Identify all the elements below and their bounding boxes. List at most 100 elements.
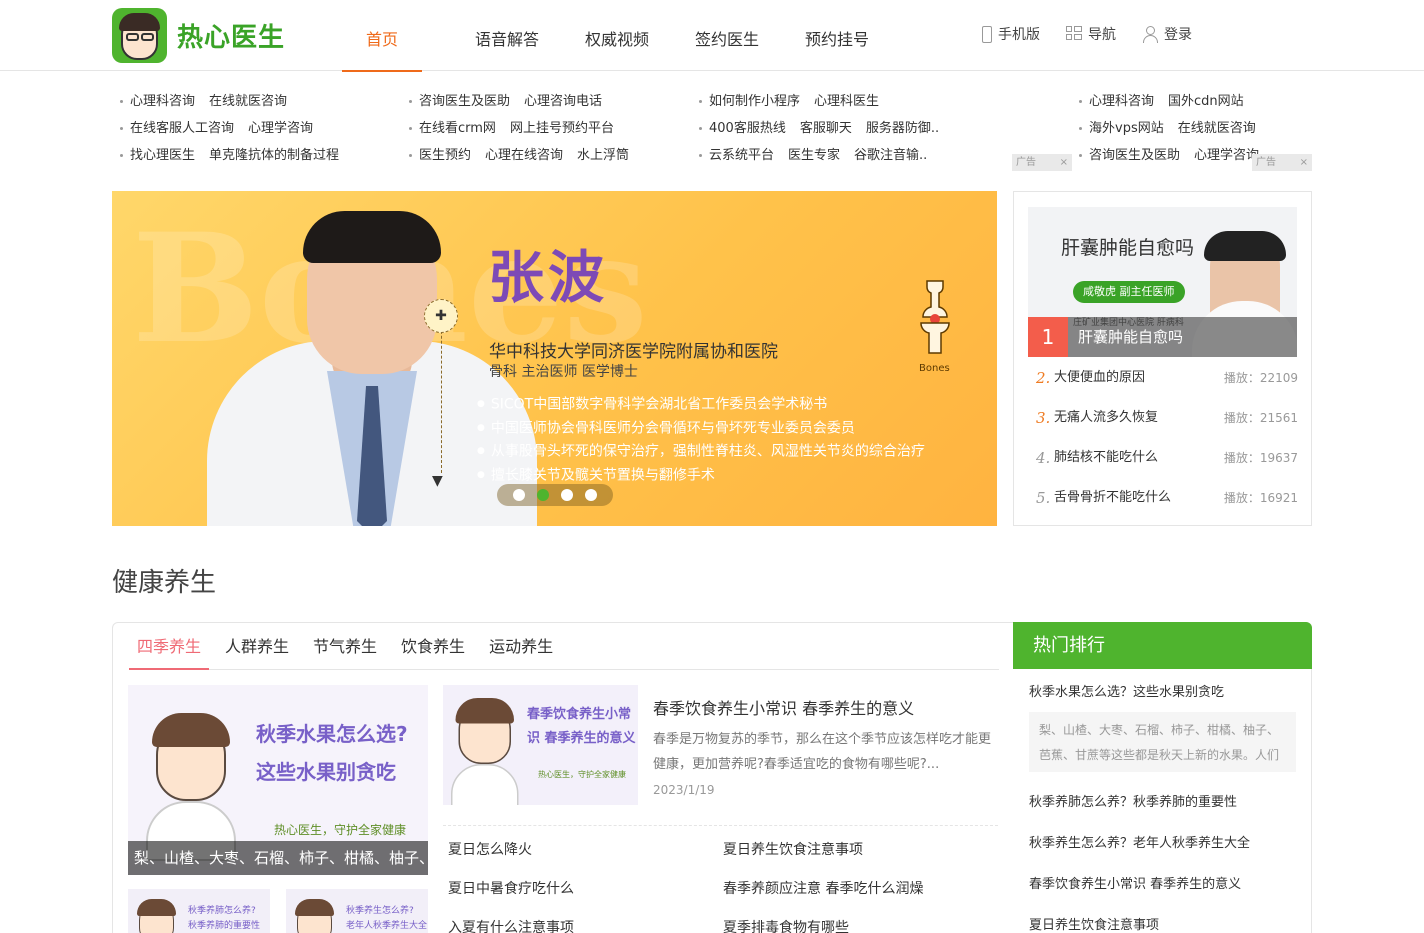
keyword-link[interactable]: 水上浮筒 <box>577 148 629 163</box>
tab-groups[interactable]: 人群养生 <box>217 623 297 670</box>
phone-icon <box>982 25 992 43</box>
tab-seasons[interactable]: 四季养生 <box>129 623 210 670</box>
hot-item[interactable]: 秋季养肺怎么养？秋季养肺的重要性 <box>1013 782 1312 823</box>
section-tabs: 四季养生 人群养生 节气养生 饮食养生 运动养生 <box>129 623 999 670</box>
keyword-link[interactable]: 国外cdn网站 <box>1168 94 1244 109</box>
doctor-banner[interactable]: Bones ✚ ▼ 张波 华中科技大学同济医学院附属协和医院 骨科 主治医师 医… <box>112 191 997 526</box>
nav-voice-answers[interactable]: 语音解答 <box>452 0 562 71</box>
carousel-dot[interactable] <box>585 489 597 501</box>
ad-close-icon[interactable]: × <box>1300 154 1308 171</box>
rank-img-doctor: 咸敬虎 副主任医师 <box>1073 281 1185 303</box>
article-link[interactable]: 入夏有什么注意事项 <box>448 919 723 933</box>
keyword-link[interactable]: 云系统平台 <box>709 148 774 163</box>
carousel-dot[interactable] <box>561 489 573 501</box>
cartoon-doctor <box>146 701 236 861</box>
tab-diet[interactable]: 饮食养生 <box>393 623 473 670</box>
rank-row[interactable]: 5. 舌骨骨折不能吃什么 播放：16921 <box>1036 478 1298 518</box>
keyword-link[interactable]: 心理咨询电话 <box>524 94 602 109</box>
rank-row[interactable]: 2. 大便便血的原因 播放：22109 <box>1036 358 1298 398</box>
carousel-dot-active[interactable] <box>537 489 549 501</box>
thumb-article[interactable]: 秋季养生怎么养? 老年人秋季养生大全 <box>286 889 428 933</box>
nav-appointments[interactable]: 预约挂号 <box>782 0 892 71</box>
keyword-link[interactable]: 服务器防御.. <box>866 121 939 136</box>
keyword-link[interactable]: 心理学咨询 <box>248 121 313 136</box>
rank-row[interactable]: 3. 无痛人流多久恢复 播放：21561 <box>1036 398 1298 438</box>
article-card[interactable]: 春季饮食养生小常识 春季养生的意义 热心医生，守护全家健康 春季饮食养生小常识 … <box>443 685 998 805</box>
hot-item[interactable]: 秋季养生怎么养？老年人秋季养生大全 <box>1013 823 1312 864</box>
article-link[interactable]: 夏日中暑食疗吃什么 <box>448 880 723 919</box>
rank-row[interactable]: 4. 肺结核不能吃什么 播放：19637 <box>1036 438 1298 478</box>
thumbnail-slogan: 热心医生，守护全家健康 <box>538 770 626 779</box>
keyword-link[interactable]: 在线看crm网 <box>419 121 496 136</box>
keyword-link[interactable]: 心理科咨询 <box>130 94 195 109</box>
link-column-3: 如何制作小程序 心理科医生 400客服热线 客服聊天 服务器防御.. 云系统平台 医生专… <box>699 91 953 172</box>
feature-article[interactable]: 秋季水果怎么选? 这些水果别贪吃 热心医生，守护全家健康 梨、山楂、大枣、石榴、… <box>128 685 428 875</box>
keyword-link[interactable]: 谷歌注音输.. <box>854 148 927 163</box>
hot-item-first[interactable]: 秋季水果怎么选？这些水果别贪吃 <box>1013 669 1312 700</box>
ad-close-icon[interactable]: × <box>1060 154 1068 171</box>
tab-solar-terms[interactable]: 节气养生 <box>305 623 385 670</box>
article-title[interactable]: 春季饮食养生小常识 春季养生的意义 <box>653 695 914 719</box>
keyword-link[interactable]: 找心理医生 <box>130 148 195 163</box>
keyword-links: 心理科咨询 在线就医咨询 在线客服人工咨询 心理学咨询 找心理医生 单克隆抗体的制备过… <box>0 91 1424 171</box>
link-column-4: 心理科咨询 国外cdn网站 海外vps网站 在线就医咨询 咨询医生及医助 心理学咨询 <box>1079 91 1273 172</box>
link-column-2: 咨询医生及医助 心理咨询电话 在线看crm网 网上挂号预约平台 医生预约 心理在线咨询… <box>409 91 643 172</box>
keyword-link[interactable]: 咨询医生及医助 <box>1089 148 1180 163</box>
keyword-link[interactable]: 心理科医生 <box>814 94 879 109</box>
keyword-link[interactable]: 心理科咨询 <box>1089 94 1154 109</box>
ad-badge: 广告 × <box>1252 154 1312 171</box>
feature-caption: 梨、山楂、大枣、石榴、柿子、柑橘、柚子、 <box>128 841 428 875</box>
keyword-link[interactable]: 医生专家 <box>788 148 840 163</box>
doctor-avatar-icon <box>112 8 167 63</box>
nav-home[interactable]: 首页 <box>342 0 422 72</box>
keyword-link[interactable]: 单克隆抗体的制备过程 <box>209 148 339 163</box>
hot-item-summary: 梨、山楂、大枣、石榴、柿子、柑橘、柚子、芭蕉、甘蔗等这些都是秋天上新的水果。人们 <box>1029 712 1296 772</box>
keyword-link[interactable]: 网上挂号预约平台 <box>510 121 614 136</box>
nav-contract-doctors[interactable]: 签约医生 <box>672 0 782 71</box>
keyword-link[interactable]: 心理在线咨询 <box>485 148 563 163</box>
tab-exercise[interactable]: 运动养生 <box>481 623 561 670</box>
feature-slogan: 热心医生，守护全家健康 <box>274 823 407 837</box>
keyword-link[interactable]: 400客服热线 <box>709 121 786 136</box>
keyword-link[interactable]: 客服聊天 <box>800 121 852 136</box>
cartoon-doctor <box>451 689 519 805</box>
video-rank-box: 肝囊肿能自愈吗 咸敬虎 副主任医师 庄矿业集团中心医院 肝病科 1 肝囊肿能自愈… <box>1013 191 1312 526</box>
mobile-link[interactable]: 手机版 <box>982 24 1040 44</box>
keyword-link[interactable]: 咨询医生及医助 <box>419 94 510 109</box>
doctor-name: 张波 <box>488 246 608 311</box>
article-link[interactable]: 夏季排毒食物有哪些 <box>723 919 998 933</box>
carousel-dot[interactable] <box>513 489 525 501</box>
keyword-link[interactable]: 在线客服人工咨询 <box>130 121 234 136</box>
nav-videos[interactable]: 权威视频 <box>562 0 672 71</box>
credential-item: SICOT中国部数字骨科学会湖北省工作委员会学术秘书 <box>477 393 925 417</box>
hot-item[interactable]: 夏日养生饮食注意事项 <box>1013 905 1312 933</box>
article-summary: 春季是万物复苏的季节，那么在这个季节应该怎样吃才能更健康，更加营养呢?春季适宜吃… <box>653 732 992 772</box>
thumb-article[interactable]: 秋季养肺怎么养? 秋季养肺的重要性 <box>128 889 270 933</box>
keyword-link[interactable]: 海外vps网站 <box>1089 121 1164 136</box>
knee-bone-icon <box>920 280 950 354</box>
keyword-link[interactable]: 心理学咨询 <box>1194 148 1259 163</box>
article-link[interactable]: 春季养颜应注意 春季吃什么润燥 <box>723 880 998 919</box>
divider <box>443 825 998 826</box>
article-link[interactable]: 夏日怎么降火 <box>448 841 723 880</box>
ad-badge: 广告 × <box>1012 154 1072 171</box>
keyword-link[interactable]: 在线就医咨询 <box>1178 121 1256 136</box>
site-logo[interactable]: 热心医生 <box>112 8 285 63</box>
grid-icon <box>1066 26 1082 42</box>
hot-item[interactable]: 春季饮食养生小常识 春季养生的意义 <box>1013 864 1312 905</box>
article-links: 夏日怎么降火 夏日养生饮食注意事项 夏日中暑食疗吃什么 春季养颜应注意 春季吃什么润… <box>448 841 998 933</box>
article-link[interactable]: 夏日养生饮食注意事项 <box>723 841 998 880</box>
rank-caption: 肝囊肿能自愈吗 <box>1078 328 1184 346</box>
keyword-link[interactable]: 如何制作小程序 <box>709 94 800 109</box>
navigation-link[interactable]: 导航 <box>1066 24 1116 44</box>
keyword-link[interactable]: 医生预约 <box>419 148 471 163</box>
keyword-link[interactable]: 在线就医咨询 <box>209 94 287 109</box>
navigation-label: 导航 <box>1088 27 1116 43</box>
link-column-1: 心理科咨询 在线就医咨询 在线客服人工咨询 心理学咨询 找心理医生 单克隆抗体的制备过… <box>120 91 353 172</box>
login-link[interactable]: 登录 <box>1142 24 1192 44</box>
cartoon-doctor <box>292 893 337 933</box>
thumb-text: 秋季养肺怎么养? 秋季养肺的重要性 <box>188 906 261 931</box>
rank-top-video[interactable]: 肝囊肿能自愈吗 咸敬虎 副主任医师 庄矿业集团中心医院 肝病科 1 肝囊肿能自愈… <box>1028 207 1297 357</box>
article-thumbnail: 春季饮食养生小常识 春季养生的意义 热心医生，守护全家健康 <box>443 685 638 805</box>
bone-label: Bones <box>919 363 950 374</box>
